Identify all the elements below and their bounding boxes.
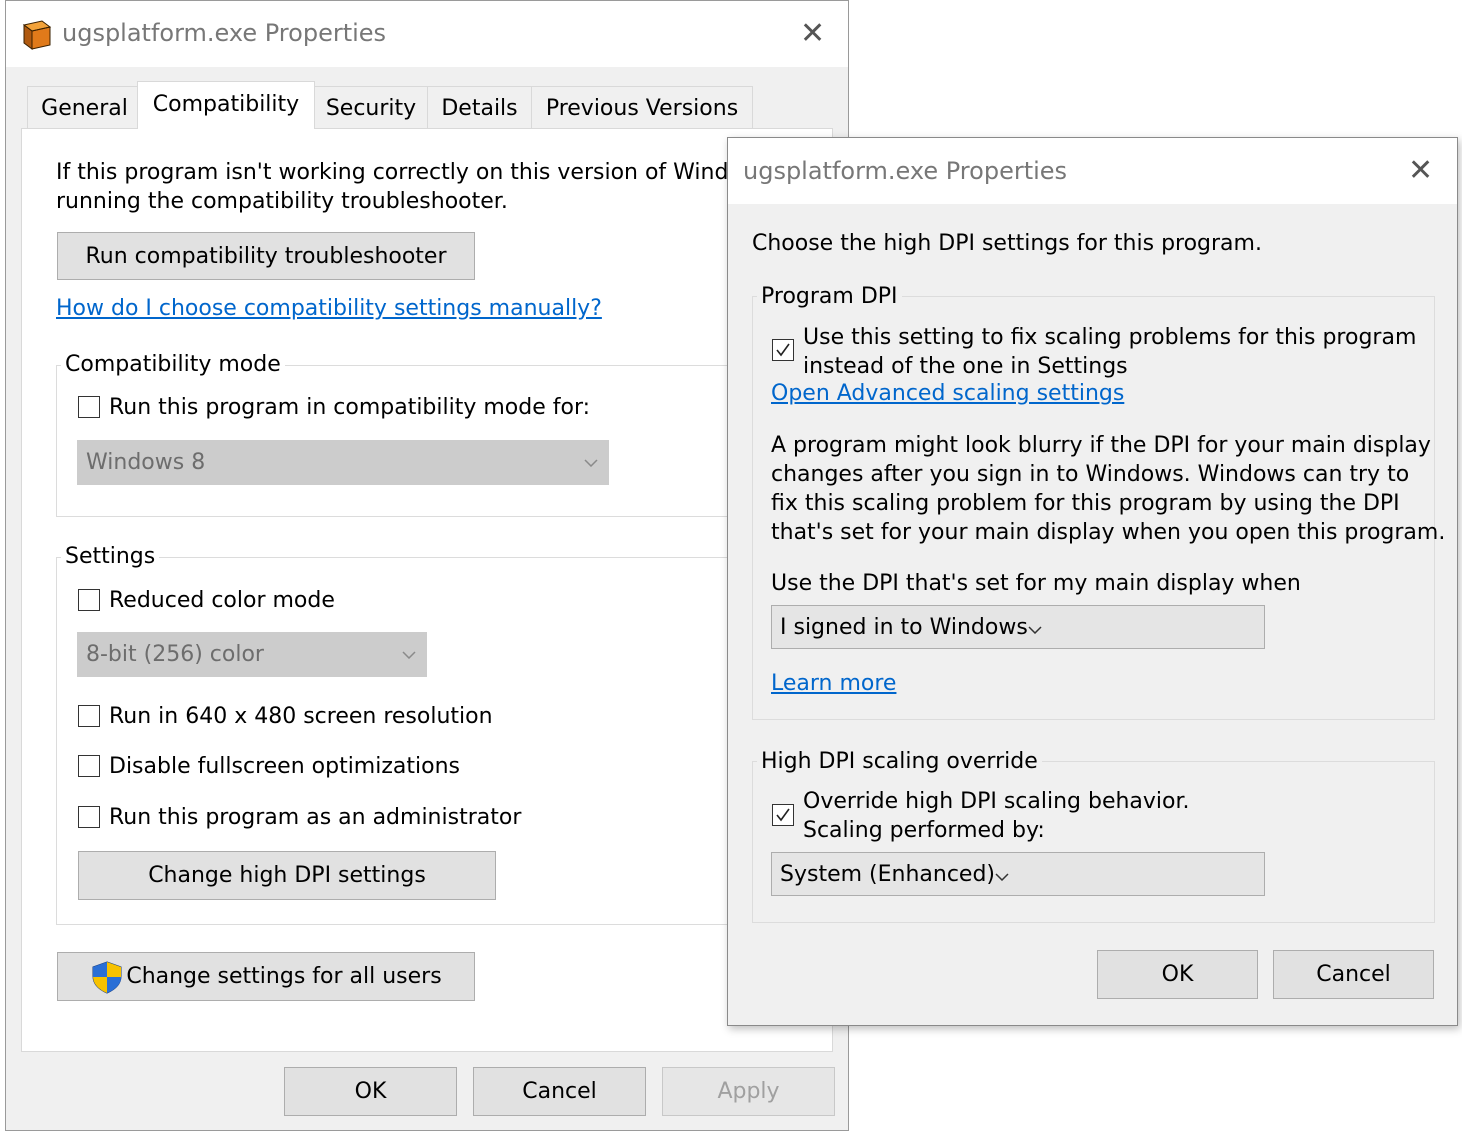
os-version-select[interactable]: Windows 8	[77, 440, 609, 485]
tab-security[interactable]: Security	[314, 86, 428, 130]
run-troubleshooter-button[interactable]: Run compatibility troubleshooter	[57, 232, 475, 280]
change-high-dpi-button[interactable]: Change high DPI settings	[78, 851, 496, 900]
tab-compatibility[interactable]: Compatibility	[137, 81, 315, 129]
change-all-users-label: Change settings for all users	[126, 964, 442, 989]
override-scaling-label-line2: Scaling performed by:	[803, 818, 1045, 843]
resolution-checkbox[interactable]	[78, 705, 100, 727]
run-as-admin-label: Run this program as an administrator	[109, 805, 522, 830]
reduced-color-label: Reduced color mode	[109, 588, 335, 613]
compatibility-mode-checkbox-label: Run this program in compatibility mode f…	[109, 395, 591, 420]
close-icon[interactable]: ✕	[800, 19, 825, 49]
fix-scaling-label-line2: instead of the one in Settings	[803, 354, 1128, 379]
run-as-admin-checkbox[interactable]	[78, 806, 100, 828]
dpi-override-label: High DPI scaling override	[757, 749, 1042, 775]
scaling-performed-by-value: System (Enhanced)	[780, 861, 996, 887]
dpi-window-title: ugsplatform.exe Properties	[743, 157, 1068, 185]
advanced-scaling-link[interactable]: Open Advanced scaling settings	[771, 381, 1124, 406]
uac-shield-icon	[90, 960, 124, 994]
dpi-explanation-line3: fix this scaling problem for this progra…	[771, 491, 1400, 516]
app-box-icon	[20, 17, 54, 51]
fix-scaling-checkbox[interactable]	[772, 339, 794, 361]
color-depth-select[interactable]: 8-bit (256) color	[77, 632, 427, 677]
high-dpi-settings-dialog: ugsplatform.exe Properties ✕ Choose the …	[727, 137, 1458, 1026]
intro-text-line2: running the compatibility troubleshooter…	[56, 189, 508, 214]
reduced-color-checkbox[interactable]	[78, 589, 100, 611]
apply-button[interactable]: Apply	[662, 1067, 835, 1116]
tab-general[interactable]: General	[27, 86, 142, 130]
chevron-down-icon	[402, 633, 416, 676]
title-bar[interactable]: ugsplatform.exe Properties ✕	[6, 1, 848, 67]
compatibility-properties-dialog: ugsplatform.exe Properties ✕ General Com…	[5, 0, 849, 1131]
cancel-button[interactable]: Cancel	[473, 1067, 646, 1116]
manual-settings-link[interactable]: How do I choose compatibility settings m…	[56, 296, 602, 321]
color-depth-select-value: 8-bit (256) color	[86, 642, 264, 667]
change-all-users-button[interactable]: Change settings for all users	[57, 952, 475, 1001]
dpi-cancel-button[interactable]: Cancel	[1273, 950, 1434, 999]
dpi-title-bar[interactable]: ugsplatform.exe Properties ✕	[728, 138, 1457, 204]
use-dpi-label: Use the DPI that's set for my main displ…	[771, 571, 1301, 596]
intro-text-line1: If this program isn't working correctly …	[56, 160, 817, 185]
override-scaling-label-line1: Override high DPI scaling behavior.	[803, 789, 1190, 814]
fullscreen-optimizations-checkbox[interactable]	[78, 755, 100, 777]
dpi-heading: Choose the high DPI settings for this pr…	[752, 231, 1262, 256]
fullscreen-optimizations-label: Disable fullscreen optimizations	[109, 754, 460, 779]
dpi-explanation-line1: A program might look blurry if the DPI f…	[771, 433, 1431, 458]
dpi-explanation-line2: changes after you sign in to Windows. Wi…	[771, 462, 1410, 487]
learn-more-link[interactable]: Learn more	[771, 671, 896, 696]
fix-scaling-label-line1: Use this setting to fix scaling problems…	[803, 325, 1417, 350]
ok-button[interactable]: OK	[284, 1067, 457, 1116]
override-scaling-checkbox[interactable]	[772, 804, 794, 826]
dpi-explanation-line4: that's set for your main display when yo…	[771, 520, 1446, 545]
os-version-select-value: Windows 8	[86, 450, 206, 475]
window-title: ugsplatform.exe Properties	[62, 19, 387, 47]
compatibility-mode-checkbox[interactable]	[78, 396, 100, 418]
settings-label: Settings	[61, 544, 160, 570]
dpi-ok-button[interactable]: OK	[1097, 950, 1258, 999]
chevron-down-icon	[995, 862, 1009, 887]
scaling-performed-by-select[interactable]: System (Enhanced)	[771, 852, 1265, 896]
chevron-down-icon	[584, 441, 598, 484]
compatibility-mode-label: Compatibility mode	[61, 352, 285, 378]
resolution-label: Run in 640 x 480 screen resolution	[109, 704, 493, 729]
chevron-down-icon	[1028, 615, 1042, 640]
close-icon[interactable]: ✕	[1408, 156, 1433, 186]
tab-previous-versions[interactable]: Previous Versions	[531, 86, 753, 130]
dpi-timing-select-value: I signed in to Windows	[780, 614, 1028, 640]
compatibility-tab-panel: If this program isn't working correctly …	[21, 128, 836, 1052]
tab-details[interactable]: Details	[427, 86, 532, 130]
program-dpi-label: Program DPI	[757, 284, 902, 310]
dpi-timing-select[interactable]: I signed in to Windows	[771, 605, 1265, 649]
